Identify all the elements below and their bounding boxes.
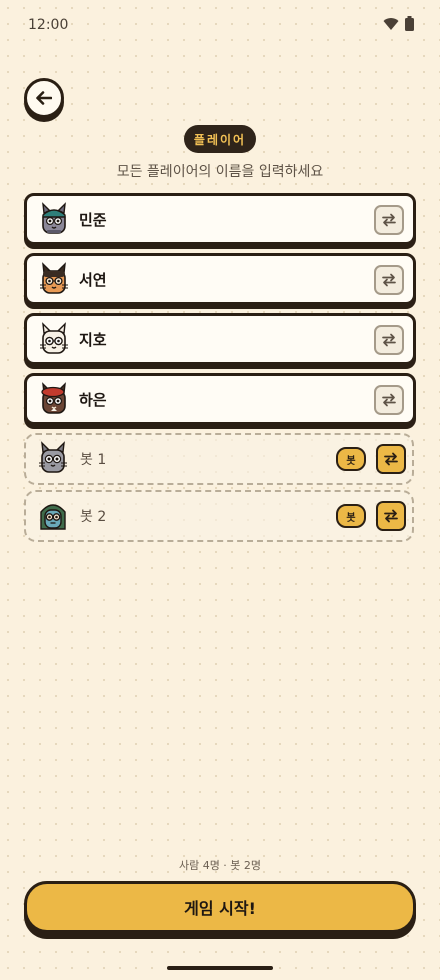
status-time: 12:00 — [28, 17, 69, 33]
cat-green-hood-icon — [40, 504, 66, 530]
wifi-icon — [383, 17, 399, 30]
player-name: 서연 — [79, 271, 107, 289]
swap-arrows-icon — [382, 273, 396, 287]
cat-red-beret-icon — [41, 382, 66, 414]
status-bar: 12:00 — [0, 0, 440, 50]
swap-arrows-icon — [382, 213, 396, 227]
swap-button[interactable] — [374, 385, 404, 415]
player-name: 하은 — [79, 391, 107, 409]
start-game-button[interactable]: 게임 시작! — [24, 881, 416, 933]
swap-arrows-icon — [382, 393, 396, 407]
bot-row[interactable]: 봇 2 봇 — [24, 490, 414, 542]
swap-arrows-icon — [384, 509, 398, 523]
player-row[interactable]: 서연 — [24, 253, 416, 305]
section-badge: 플레이어 — [184, 125, 256, 153]
swap-button[interactable] — [376, 501, 406, 531]
bot-name: 봇 2 — [80, 509, 107, 525]
battery-icon — [405, 16, 414, 31]
swap-button[interactable] — [374, 265, 404, 295]
instruction-text: 모든 플레이어의 이름을 입력하세요 — [116, 164, 324, 180]
bot-badge: 봇 — [336, 447, 366, 471]
bot-row[interactable]: 봇 1 봇 — [24, 433, 414, 485]
cat-gray-icon — [39, 441, 67, 473]
swap-button[interactable] — [374, 205, 404, 235]
player-row[interactable]: 하은 — [24, 373, 416, 425]
player-count: 사람 4명 · 봇 2명 — [178, 859, 262, 872]
swap-button[interactable] — [374, 325, 404, 355]
player-name: 지호 — [79, 331, 107, 349]
back-button[interactable] — [24, 78, 64, 118]
cat-orange-glasses-icon — [40, 262, 68, 294]
cat-beanie-blue-icon — [42, 202, 66, 234]
player-row[interactable]: 지호 — [24, 313, 416, 365]
player-row[interactable]: 민준 — [24, 193, 416, 245]
home-indicator — [167, 966, 273, 970]
cat-white-glasses-icon — [40, 322, 68, 354]
bot-badge: 봇 — [336, 504, 366, 528]
swap-button[interactable] — [376, 444, 406, 474]
swap-arrows-icon — [384, 452, 398, 466]
player-name: 민준 — [79, 211, 107, 229]
bot-name: 봇 1 — [80, 452, 107, 468]
arrow-left-icon — [36, 91, 52, 105]
swap-arrows-icon — [382, 333, 396, 347]
